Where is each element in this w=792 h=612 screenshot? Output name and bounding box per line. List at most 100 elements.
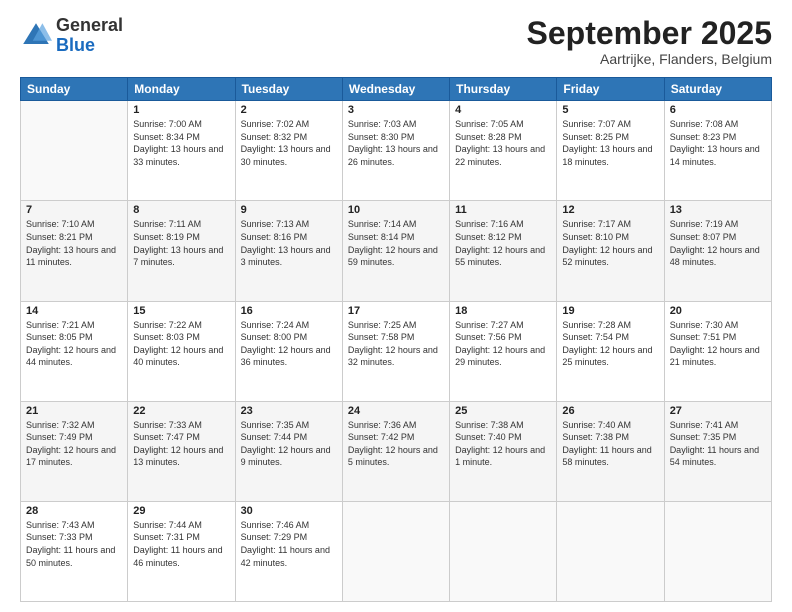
- table-row: 13 Sunrise: 7:19 AMSunset: 8:07 PMDaylig…: [664, 201, 771, 301]
- day-number: 26: [562, 405, 658, 417]
- day-info: Sunrise: 7:40 AMSunset: 7:38 PMDaylight:…: [562, 420, 651, 468]
- day-number: 13: [670, 204, 766, 216]
- day-number: 16: [241, 305, 337, 317]
- month-title: September 2025: [527, 16, 772, 51]
- day-info: Sunrise: 7:22 AMSunset: 8:03 PMDaylight:…: [133, 320, 223, 368]
- col-monday: Monday: [128, 78, 235, 101]
- table-row: 1 Sunrise: 7:00 AMSunset: 8:34 PMDayligh…: [128, 101, 235, 201]
- table-row: 27 Sunrise: 7:41 AMSunset: 7:35 PMDaylig…: [664, 401, 771, 501]
- table-row: 12 Sunrise: 7:17 AMSunset: 8:10 PMDaylig…: [557, 201, 664, 301]
- day-number: 10: [348, 204, 444, 216]
- day-number: 21: [26, 405, 122, 417]
- calendar-week-row: 7 Sunrise: 7:10 AMSunset: 8:21 PMDayligh…: [21, 201, 772, 301]
- day-number: 15: [133, 305, 229, 317]
- day-number: 30: [241, 505, 337, 517]
- day-info: Sunrise: 7:32 AMSunset: 7:49 PMDaylight:…: [26, 420, 116, 468]
- col-tuesday: Tuesday: [235, 78, 342, 101]
- day-info: Sunrise: 7:00 AMSunset: 8:34 PMDaylight:…: [133, 119, 223, 167]
- day-number: 28: [26, 505, 122, 517]
- col-friday: Friday: [557, 78, 664, 101]
- day-info: Sunrise: 7:44 AMSunset: 7:31 PMDaylight:…: [133, 520, 222, 568]
- day-number: 3: [348, 104, 444, 116]
- day-info: Sunrise: 7:03 AMSunset: 8:30 PMDaylight:…: [348, 119, 438, 167]
- day-number: 2: [241, 104, 337, 116]
- day-info: Sunrise: 7:46 AMSunset: 7:29 PMDaylight:…: [241, 520, 330, 568]
- day-info: Sunrise: 7:38 AMSunset: 7:40 PMDaylight:…: [455, 420, 545, 468]
- table-row: 6 Sunrise: 7:08 AMSunset: 8:23 PMDayligh…: [664, 101, 771, 201]
- day-info: Sunrise: 7:35 AMSunset: 7:44 PMDaylight:…: [241, 420, 331, 468]
- day-info: Sunrise: 7:07 AMSunset: 8:25 PMDaylight:…: [562, 119, 652, 167]
- table-row: 9 Sunrise: 7:13 AMSunset: 8:16 PMDayligh…: [235, 201, 342, 301]
- day-info: Sunrise: 7:14 AMSunset: 8:14 PMDaylight:…: [348, 219, 438, 267]
- day-info: Sunrise: 7:28 AMSunset: 7:54 PMDaylight:…: [562, 320, 652, 368]
- day-number: 29: [133, 505, 229, 517]
- day-number: 9: [241, 204, 337, 216]
- page: General Blue September 2025 Aartrijke, F…: [0, 0, 792, 612]
- day-number: 23: [241, 405, 337, 417]
- table-row: 28 Sunrise: 7:43 AMSunset: 7:33 PMDaylig…: [21, 501, 128, 601]
- table-row: 5 Sunrise: 7:07 AMSunset: 8:25 PMDayligh…: [557, 101, 664, 201]
- day-info: Sunrise: 7:10 AMSunset: 8:21 PMDaylight:…: [26, 219, 116, 267]
- location: Aartrijke, Flanders, Belgium: [527, 51, 772, 67]
- table-row: 4 Sunrise: 7:05 AMSunset: 8:28 PMDayligh…: [450, 101, 557, 201]
- col-wednesday: Wednesday: [342, 78, 449, 101]
- logo: General Blue: [20, 16, 123, 56]
- day-info: Sunrise: 7:02 AMSunset: 8:32 PMDaylight:…: [241, 119, 331, 167]
- table-row: 30 Sunrise: 7:46 AMSunset: 7:29 PMDaylig…: [235, 501, 342, 601]
- day-info: Sunrise: 7:17 AMSunset: 8:10 PMDaylight:…: [562, 219, 652, 267]
- day-number: 8: [133, 204, 229, 216]
- day-info: Sunrise: 7:05 AMSunset: 8:28 PMDaylight:…: [455, 119, 545, 167]
- day-number: 25: [455, 405, 551, 417]
- table-row: 19 Sunrise: 7:28 AMSunset: 7:54 PMDaylig…: [557, 301, 664, 401]
- table-row: 22 Sunrise: 7:33 AMSunset: 7:47 PMDaylig…: [128, 401, 235, 501]
- day-info: Sunrise: 7:21 AMSunset: 8:05 PMDaylight:…: [26, 320, 116, 368]
- table-row: 23 Sunrise: 7:35 AMSunset: 7:44 PMDaylig…: [235, 401, 342, 501]
- table-row: 14 Sunrise: 7:21 AMSunset: 8:05 PMDaylig…: [21, 301, 128, 401]
- day-info: Sunrise: 7:24 AMSunset: 8:00 PMDaylight:…: [241, 320, 331, 368]
- table-row: 15 Sunrise: 7:22 AMSunset: 8:03 PMDaylig…: [128, 301, 235, 401]
- day-info: Sunrise: 7:43 AMSunset: 7:33 PMDaylight:…: [26, 520, 115, 568]
- day-info: Sunrise: 7:13 AMSunset: 8:16 PMDaylight:…: [241, 219, 331, 267]
- calendar-week-row: 14 Sunrise: 7:21 AMSunset: 8:05 PMDaylig…: [21, 301, 772, 401]
- table-row: 16 Sunrise: 7:24 AMSunset: 8:00 PMDaylig…: [235, 301, 342, 401]
- day-number: 27: [670, 405, 766, 417]
- day-number: 19: [562, 305, 658, 317]
- header: General Blue September 2025 Aartrijke, F…: [20, 16, 772, 67]
- table-row: [21, 101, 128, 201]
- table-row: 18 Sunrise: 7:27 AMSunset: 7:56 PMDaylig…: [450, 301, 557, 401]
- day-number: 14: [26, 305, 122, 317]
- day-number: 11: [455, 204, 551, 216]
- calendar-week-row: 21 Sunrise: 7:32 AMSunset: 7:49 PMDaylig…: [21, 401, 772, 501]
- day-info: Sunrise: 7:33 AMSunset: 7:47 PMDaylight:…: [133, 420, 223, 468]
- day-number: 7: [26, 204, 122, 216]
- day-number: 22: [133, 405, 229, 417]
- day-info: Sunrise: 7:30 AMSunset: 7:51 PMDaylight:…: [670, 320, 760, 368]
- table-row: 7 Sunrise: 7:10 AMSunset: 8:21 PMDayligh…: [21, 201, 128, 301]
- table-row: 11 Sunrise: 7:16 AMSunset: 8:12 PMDaylig…: [450, 201, 557, 301]
- day-info: Sunrise: 7:19 AMSunset: 8:07 PMDaylight:…: [670, 219, 760, 267]
- table-row: 20 Sunrise: 7:30 AMSunset: 7:51 PMDaylig…: [664, 301, 771, 401]
- logo-text: General Blue: [56, 16, 123, 56]
- calendar-header-row: Sunday Monday Tuesday Wednesday Thursday…: [21, 78, 772, 101]
- table-row: 17 Sunrise: 7:25 AMSunset: 7:58 PMDaylig…: [342, 301, 449, 401]
- day-info: Sunrise: 7:16 AMSunset: 8:12 PMDaylight:…: [455, 219, 545, 267]
- col-thursday: Thursday: [450, 78, 557, 101]
- logo-general-text: General: [56, 16, 123, 36]
- table-row: 24 Sunrise: 7:36 AMSunset: 7:42 PMDaylig…: [342, 401, 449, 501]
- table-row: 2 Sunrise: 7:02 AMSunset: 8:32 PMDayligh…: [235, 101, 342, 201]
- day-number: 5: [562, 104, 658, 116]
- col-saturday: Saturday: [664, 78, 771, 101]
- day-number: 4: [455, 104, 551, 116]
- day-info: Sunrise: 7:25 AMSunset: 7:58 PMDaylight:…: [348, 320, 438, 368]
- day-number: 20: [670, 305, 766, 317]
- calendar-week-row: 28 Sunrise: 7:43 AMSunset: 7:33 PMDaylig…: [21, 501, 772, 601]
- day-number: 24: [348, 405, 444, 417]
- table-row: 25 Sunrise: 7:38 AMSunset: 7:40 PMDaylig…: [450, 401, 557, 501]
- day-info: Sunrise: 7:11 AMSunset: 8:19 PMDaylight:…: [133, 219, 223, 267]
- table-row: 10 Sunrise: 7:14 AMSunset: 8:14 PMDaylig…: [342, 201, 449, 301]
- table-row: [557, 501, 664, 601]
- day-info: Sunrise: 7:36 AMSunset: 7:42 PMDaylight:…: [348, 420, 438, 468]
- day-number: 18: [455, 305, 551, 317]
- logo-icon: [20, 20, 52, 52]
- logo-blue-text: Blue: [56, 36, 123, 56]
